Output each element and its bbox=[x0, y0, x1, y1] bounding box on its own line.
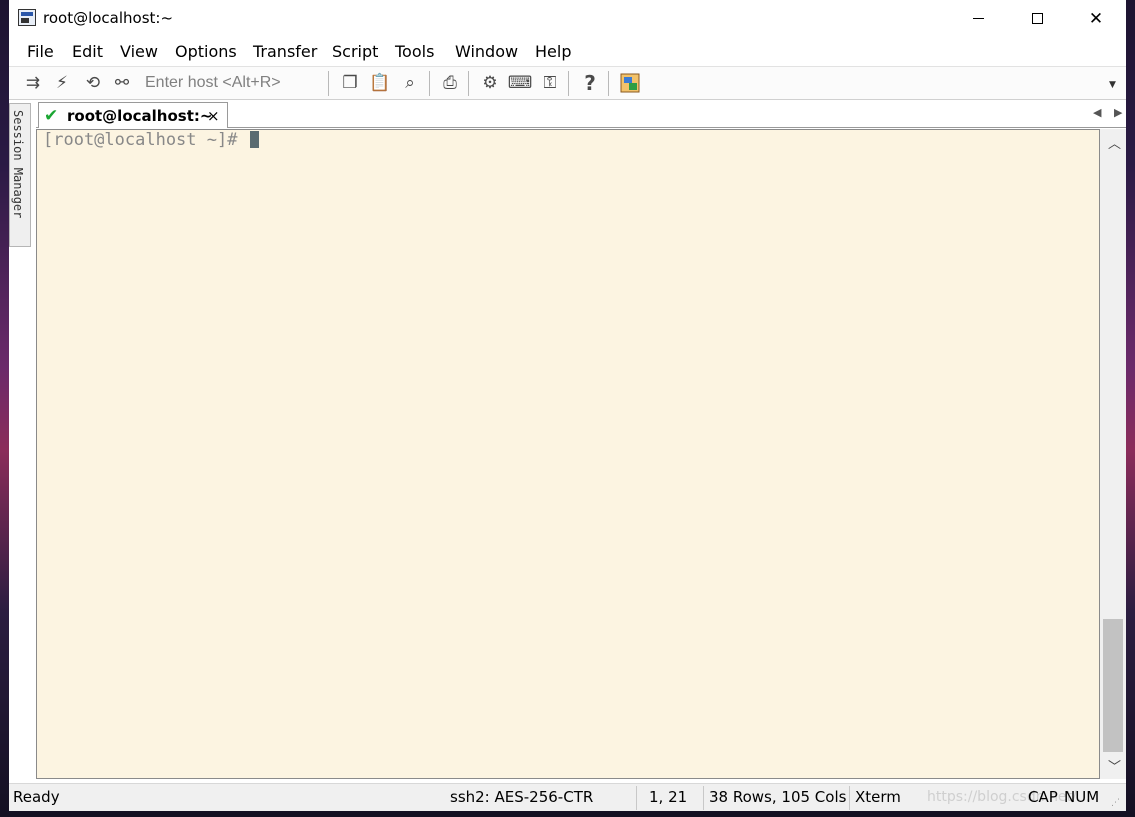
tab-session[interactable]: ✔ root@localhost:~ × bbox=[38, 102, 228, 128]
paste-icon[interactable]: 📋 bbox=[368, 72, 392, 94]
copy-icon[interactable]: ❐ bbox=[338, 72, 362, 94]
securefx-icon[interactable] bbox=[618, 72, 642, 94]
menu-transfer[interactable]: Transfer bbox=[253, 42, 317, 61]
tab-scroll-right-icon[interactable]: ▶ bbox=[1114, 106, 1122, 119]
menu-window[interactable]: Window bbox=[455, 42, 518, 61]
terminal-cursor bbox=[249, 131, 259, 148]
host-input[interactable] bbox=[139, 71, 336, 95]
menu-script[interactable]: Script bbox=[332, 42, 378, 61]
terminal-area[interactable]: [root@localhost ~]# bbox=[36, 129, 1100, 779]
maximize-button[interactable] bbox=[1008, 0, 1066, 37]
status-separator bbox=[703, 786, 704, 810]
disconnect-icon[interactable]: ⚯ bbox=[110, 72, 134, 94]
status-ready: Ready bbox=[13, 788, 60, 806]
menu-options[interactable]: Options bbox=[175, 42, 237, 61]
terminal-scrollbar[interactable]: ︿ ﹀ bbox=[1100, 129, 1126, 779]
scrollbar-thumb[interactable] bbox=[1103, 619, 1123, 752]
session-manager-tab[interactable]: Session Manager bbox=[9, 103, 31, 247]
terminal-prompt: [root@localhost ~]# bbox=[43, 130, 248, 150]
key-icon[interactable]: ⚿ bbox=[538, 72, 562, 94]
keymap-icon[interactable]: ⌨ bbox=[508, 72, 533, 94]
status-separator bbox=[849, 786, 850, 810]
toolbar-separator bbox=[328, 71, 329, 96]
maximize-icon bbox=[1031, 13, 1043, 24]
find-icon[interactable]: ⌕ bbox=[398, 72, 422, 94]
resize-grip-icon[interactable]: ⋰ bbox=[1111, 798, 1120, 808]
session-manager-strip: Session Manager bbox=[9, 101, 35, 779]
status-separator bbox=[636, 786, 637, 810]
session-manager-label: Session Manager bbox=[11, 110, 25, 219]
close-icon: ✕ bbox=[1088, 8, 1104, 29]
toolbar-separator bbox=[468, 71, 469, 96]
window-title: root@localhost:~ bbox=[43, 9, 174, 27]
toolbar-overflow-icon[interactable]: ▼ bbox=[1109, 80, 1116, 90]
session-options-icon[interactable]: ⚙ bbox=[478, 72, 502, 94]
help-icon[interactable]: ? bbox=[578, 71, 602, 95]
menu-help[interactable]: Help bbox=[535, 42, 571, 61]
quick-connect-icon[interactable]: ⚡ bbox=[50, 72, 74, 94]
menu-file[interactable]: File bbox=[27, 42, 54, 61]
status-cipher: ssh2: AES-256-CTR bbox=[450, 788, 594, 806]
tab-label: root@localhost:~ bbox=[67, 107, 213, 125]
connected-check-icon: ✔ bbox=[44, 106, 59, 126]
toolbar-separator bbox=[568, 71, 569, 96]
status-cursor-position: 1, 21 bbox=[649, 788, 688, 806]
status-bar: Ready ssh2: AES-256-CTR 1, 21 38 Rows, 1… bbox=[9, 783, 1126, 811]
status-term-type: Xterm bbox=[855, 788, 901, 806]
terminal-line: [root@localhost ~]# bbox=[43, 130, 259, 150]
menu-view[interactable]: View bbox=[120, 42, 158, 61]
title-bar: root@localhost:~ ✕ bbox=[9, 0, 1126, 37]
status-num: NUM bbox=[1064, 788, 1100, 806]
tab-close-icon[interactable]: × bbox=[207, 107, 220, 125]
toolbar-separator bbox=[429, 71, 430, 96]
connect-icon[interactable]: ⇉ bbox=[21, 72, 45, 94]
menu-bar: File Edit View Options Transfer Script T… bbox=[9, 37, 1126, 65]
status-terminal-size: 38 Rows, 105 Cols bbox=[709, 788, 847, 806]
close-button[interactable]: ✕ bbox=[1067, 0, 1125, 37]
status-cap: CAP bbox=[1028, 788, 1058, 806]
tab-scroll-left-icon[interactable]: ◀ bbox=[1093, 106, 1101, 119]
scroll-down-icon[interactable]: ﹀ bbox=[1108, 756, 1121, 775]
securecrt-window: root@localhost:~ ✕ File Edit View Option… bbox=[9, 0, 1126, 811]
app-icon bbox=[18, 9, 36, 26]
menu-tools[interactable]: Tools bbox=[395, 42, 434, 61]
toolbar: ⇉ ⚡ ⟲ ⚯ ❐ 📋 ⌕ ⎙ ⚙ ⌨ ⚿ ? ▼ bbox=[9, 66, 1126, 100]
print-icon[interactable]: ⎙ bbox=[438, 72, 462, 94]
reconnect-icon[interactable]: ⟲ bbox=[81, 72, 105, 94]
minimize-icon bbox=[972, 18, 984, 19]
toolbar-separator bbox=[608, 71, 609, 96]
menu-edit[interactable]: Edit bbox=[72, 42, 103, 61]
scroll-up-icon[interactable]: ︿ bbox=[1108, 133, 1121, 152]
tab-bar: ✔ root@localhost:~ × ◀ ▶ bbox=[36, 101, 1126, 128]
minimize-button[interactable] bbox=[949, 0, 1007, 37]
